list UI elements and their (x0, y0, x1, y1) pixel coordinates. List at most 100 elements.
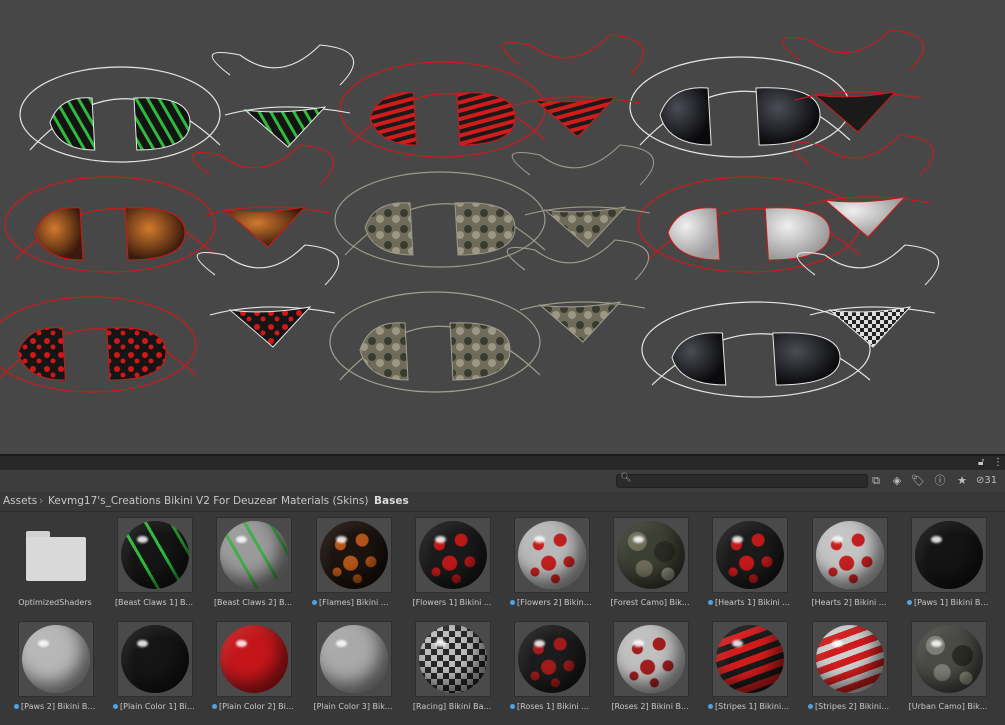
material-preview (117, 517, 193, 593)
asset-label: [Plain Color 1] Bik... (113, 701, 195, 713)
material-tile[interactable]: [Stripes 2] Bikini ... (794, 616, 890, 718)
bikini-cup (772, 332, 841, 386)
hidden-packages-count[interactable]: ⊘31 (976, 473, 1005, 489)
material-sphere (518, 521, 586, 589)
material-sphere (816, 521, 884, 589)
material-sphere (419, 521, 487, 589)
material-tile[interactable]: [Plain Color 1] Bik... (99, 616, 195, 718)
material-tile[interactable]: [Beast Claws 2] B... (198, 512, 294, 614)
material-tile[interactable]: [Stripes 1] Bikini ... (694, 616, 790, 718)
material-preview (812, 621, 888, 697)
material-preview (514, 517, 590, 593)
material-tile[interactable]: [Forest Camo] Bik... (595, 512, 691, 614)
bikini-cup (34, 207, 84, 261)
lock-icon[interactable]: 🔓︎ (978, 456, 984, 470)
material-preview (316, 517, 392, 593)
material-tile[interactable]: [Roses 1] Bikini B... (496, 616, 592, 718)
bikini-cup (369, 92, 417, 146)
material-sphere (617, 521, 685, 589)
asset-label: [Stripes 2] Bikini ... (808, 701, 890, 713)
material-tile[interactable]: [Flowers 2] Bikini... (496, 512, 592, 614)
asset-label: [Paws 2] Bikini Ba... (14, 701, 96, 713)
project-toolbar: 🔍︎ ⧉ ◈ 🏷︎ ⓘ ★ ⊘31 (0, 470, 1005, 492)
wireframe-outline (781, 29, 925, 71)
material-tile[interactable]: [Plain Color 2] Bik... (198, 616, 294, 718)
material-preview (117, 621, 193, 697)
material-sphere (716, 521, 784, 589)
material-preview (712, 517, 788, 593)
asset-label: [Hearts 2] Bikini ... (811, 598, 887, 607)
info-icon[interactable]: ⓘ (930, 473, 950, 489)
panel-tab-bar: 🔓︎ ⋮ (0, 456, 1005, 470)
asset-label: [Stripes 1] Bikini ... (708, 701, 790, 713)
bikini-bottom (228, 306, 312, 348)
bikini-bottom (538, 301, 622, 343)
folder-tile[interactable]: OptimizedShaders (0, 512, 96, 614)
material-tile[interactable]: [Beast Claws 1] B... (99, 512, 195, 614)
material-sphere (320, 521, 388, 589)
material-tile[interactable]: [Paws 2] Bikini Ba... (0, 616, 96, 718)
material-sphere (220, 625, 288, 693)
wireframe-outline (339, 61, 546, 158)
search-input[interactable]: 🔍︎ (616, 473, 868, 488)
material-tile[interactable]: [Racing] Bikini Ba... (397, 616, 493, 718)
bikini-bottom (533, 96, 617, 138)
filter-by-type-icon[interactable]: ◈ (887, 473, 907, 489)
material-tile[interactable]: [Urban Camo] Bik... (893, 616, 989, 718)
scene-search-icon[interactable]: ⧉ (866, 473, 886, 489)
wireframe-outline (511, 144, 655, 186)
material-sphere (915, 521, 983, 589)
wireframe-outline (506, 239, 650, 281)
material-tile[interactable]: [Roses 2] Bikini B... (595, 616, 691, 718)
material-preview (316, 621, 392, 697)
breadcrumb-item[interactable]: Assets (3, 492, 37, 511)
material-sphere (716, 625, 784, 693)
material-tile[interactable]: [Paws 1] Bikini Ba... (893, 512, 989, 614)
breadcrumb-current[interactable]: Bases (374, 492, 409, 511)
material-sphere (220, 521, 288, 589)
material-tile[interactable]: [Hearts 2] Bikini ... (794, 512, 890, 614)
favorite-star-icon[interactable]: ★ (952, 473, 972, 489)
bikini-cup (133, 97, 191, 151)
material-sphere (617, 625, 685, 693)
asset-label: [Racing] Bikini Ba... (412, 702, 492, 711)
asset-label: [Beast Claws 2] B... (213, 598, 293, 607)
asset-label: [Roses 1] Bikini B... (510, 701, 592, 713)
material-tile[interactable]: [Plain Color 3] Bik... (298, 616, 394, 718)
material-preview (911, 621, 987, 697)
material-preview (812, 517, 888, 593)
asset-label: [Forest Camo] Bik... (610, 598, 690, 607)
material-preview (514, 621, 590, 697)
more-options-icon[interactable]: ⋮ (993, 456, 1003, 470)
material-tile[interactable]: [Hearts 1] Bikini ... (694, 512, 790, 614)
bikini-cup (359, 322, 409, 381)
asset-label: [Flames] Bikini Ba... (312, 597, 394, 609)
material-tile[interactable]: [Flowers 1] Bikini ... (397, 512, 493, 614)
scene-canvas[interactable] (0, 0, 1005, 454)
material-preview (216, 621, 292, 697)
material-sphere (121, 625, 189, 693)
scene-view[interactable] (0, 0, 1005, 454)
project-panel: 🔓︎ ⋮ 🔍︎ ⧉ ◈ 🏷︎ ⓘ ★ ⊘31 Assets › Kevmg17'… (0, 454, 1005, 725)
material-preview (415, 517, 491, 593)
wireframe-outline (19, 66, 221, 163)
filter-by-label-icon[interactable]: 🏷︎ (908, 473, 928, 489)
breadcrumb-item[interactable]: Materials (Skins) (281, 492, 368, 511)
bikini-cup (49, 97, 96, 151)
breadcrumb-item[interactable]: Kevmg17's_Creations (48, 492, 161, 511)
bikini-cup (454, 202, 516, 256)
material-sphere (816, 625, 884, 693)
material-sphere (915, 625, 983, 693)
chevron-right-icon: › (39, 495, 44, 507)
asset-label: OptimizedShaders (18, 598, 92, 607)
bikini-cup (17, 327, 66, 381)
asset-label: [Hearts 1] Bikini ... (708, 597, 790, 609)
asset-label: [Beast Claws 1] B... (114, 598, 194, 607)
breadcrumb-item[interactable]: Bikini V2 For Deuzear (164, 492, 277, 511)
asset-label: [Flowers 2] Bikini... (510, 597, 592, 609)
bikini-cup (764, 207, 831, 261)
search-icon: 🔍︎ (620, 473, 632, 483)
bikini-bottom (823, 196, 907, 238)
bikini-cup (667, 207, 721, 261)
material-tile[interactable]: [Flames] Bikini Ba... (298, 512, 394, 614)
